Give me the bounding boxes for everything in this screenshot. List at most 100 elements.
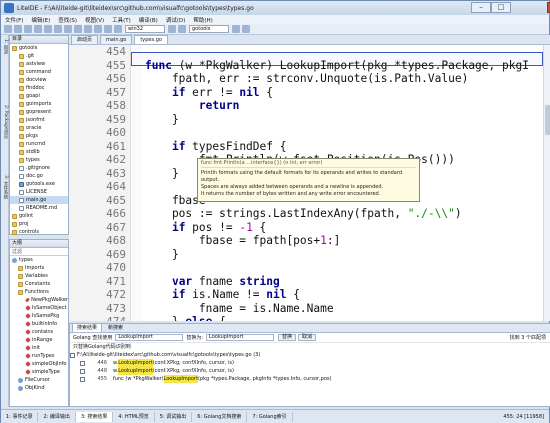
menu-item[interactable]: 帮助(H) — [189, 16, 216, 24]
tree-item[interactable]: init — [10, 344, 68, 352]
status-tab[interactable]: 5: 调试输出 — [155, 411, 193, 422]
debug-icon[interactable] — [242, 25, 250, 33]
redo-icon[interactable] — [54, 25, 62, 33]
status-tab[interactable]: 2: 编译输出 — [38, 411, 76, 422]
tree-item[interactable]: goimports — [10, 100, 68, 108]
sidebar-tab[interactable]: 2: Package浏览 — [2, 105, 8, 138]
tree-item[interactable]: README.md — [10, 204, 68, 212]
cut-icon[interactable] — [64, 25, 72, 33]
tree-item[interactable]: pkgs — [10, 132, 68, 140]
forward-icon[interactable] — [114, 25, 122, 33]
tree-item[interactable]: gotools.exe — [10, 180, 68, 188]
undo-icon[interactable] — [44, 25, 52, 33]
tree-item[interactable]: gotools — [10, 44, 68, 52]
config-icon[interactable] — [168, 25, 176, 33]
sidebar-tab[interactable]: 1: 目录 — [2, 39, 8, 54]
tree-item[interactable]: jsonfmt — [10, 116, 68, 124]
tree-item[interactable]: types — [10, 256, 68, 264]
search-input[interactable]: LookupImport — [115, 334, 184, 341]
tree-item[interactable]: Imports — [10, 264, 68, 272]
cancel-button[interactable]: 取消 — [298, 334, 317, 341]
editor-scrollbar[interactable] — [543, 45, 550, 321]
tree-item[interactable]: command — [10, 68, 68, 76]
tree-item[interactable]: IsSamePkg — [10, 312, 68, 320]
editor-tab[interactable]: 启动页 — [71, 35, 99, 44]
tab-search-results[interactable]: 搜索结果 — [72, 323, 103, 332]
result-file-row[interactable]: F:\Ai\liteide-git\liteidex\src\github.co… — [70, 351, 550, 359]
paste-icon[interactable] — [84, 25, 92, 33]
result-row[interactable]: 455 func (w *PkgWalker) LookupImport (pkg … — [70, 375, 550, 383]
tree-item[interactable]: main.go — [10, 196, 68, 204]
tree-item[interactable]: doc.go — [10, 172, 68, 180]
tree-item[interactable]: .gitignore — [10, 164, 68, 172]
save-icon[interactable] — [24, 25, 32, 33]
status-tab[interactable]: 7: Golang索引 — [247, 411, 293, 422]
tree-item[interactable]: finddoc — [10, 84, 68, 92]
result-checkbox[interactable] — [80, 360, 85, 366]
tree-item[interactable]: golint — [10, 212, 68, 220]
result-row[interactable]: 446 w. LookupImport (conf.XPkg, confXInfo, … — [70, 359, 550, 367]
menu-item[interactable]: 编译(B) — [135, 16, 162, 24]
menu-item[interactable]: 视图(V) — [81, 16, 108, 24]
tree-item[interactable]: runTypes — [10, 352, 68, 360]
tree-item[interactable]: proj — [10, 220, 68, 228]
tree-item[interactable]: runcmd — [10, 140, 68, 148]
tree-item[interactable]: FileCursor — [10, 376, 68, 384]
build-target-select[interactable]: gotools — [189, 25, 229, 33]
outline-filter-input[interactable]: 过滤 — [10, 248, 68, 256]
tab-new-search[interactable]: 新搜索 — [104, 324, 127, 332]
tree-item[interactable]: inRange — [10, 336, 68, 344]
tree-item[interactable]: contains — [10, 328, 68, 336]
menu-item[interactable]: 编辑(E) — [27, 16, 54, 24]
menu-item[interactable]: 工具(T) — [108, 16, 135, 24]
result-checkbox[interactable] — [80, 376, 85, 382]
status-tab[interactable]: 3: 搜索结果 — [75, 411, 114, 422]
tree-item[interactable]: docview — [10, 76, 68, 84]
search-options[interactable]: 只替换Golang代码识别到 — [70, 343, 550, 351]
env-select[interactable]: win32 — [125, 25, 165, 33]
result-row[interactable]: 448 w. LookupImport (conf.XPkg, confXInfo, … — [70, 367, 550, 375]
result-checkbox[interactable] — [80, 368, 85, 374]
tree-item[interactable]: types — [10, 156, 68, 164]
status-tab[interactable]: 6: Golang文档搜索 — [192, 411, 248, 422]
tree-item[interactable]: simpleObjInfo — [10, 360, 68, 368]
new-file-icon[interactable] — [4, 25, 12, 33]
file-checkbox[interactable] — [70, 352, 75, 358]
tree-item[interactable]: astview — [10, 60, 68, 68]
status-tab[interactable]: 4: HTML预览 — [113, 411, 155, 422]
sidebar-tab[interactable]: 3: 文件系统 — [2, 175, 8, 199]
tree-item[interactable]: Functions — [10, 288, 68, 296]
replace-button[interactable]: 替换 — [278, 334, 297, 341]
minimize-button[interactable]: – — [471, 2, 491, 13]
copy-icon[interactable] — [74, 25, 82, 33]
maximize-button[interactable]: □ — [491, 2, 511, 13]
tree-item[interactable]: .git — [10, 52, 68, 60]
tree-item[interactable]: controls — [10, 228, 68, 236]
tree-item[interactable]: goapi — [10, 92, 68, 100]
editor-tab[interactable]: types.go — [134, 35, 168, 44]
tree-item[interactable]: simpleType — [10, 368, 68, 376]
replace-input[interactable]: LookupImport — [206, 334, 275, 341]
scrollbar-thumb[interactable] — [545, 105, 550, 135]
back-icon[interactable] — [104, 25, 112, 33]
find-icon[interactable] — [94, 25, 102, 33]
menu-item[interactable]: 查找(S) — [54, 16, 81, 24]
status-tab[interactable]: 1: 事件记录 — [1, 411, 39, 422]
tree-item[interactable]: IsSameObject — [10, 304, 68, 312]
tree-item[interactable]: stdlib — [10, 148, 68, 156]
run-icon[interactable] — [232, 25, 240, 33]
tree-item[interactable]: LICENSE — [10, 188, 68, 196]
menu-item[interactable]: 调试(D) — [162, 16, 190, 24]
tree-item[interactable]: ObjKind — [10, 384, 68, 392]
build-icon[interactable] — [178, 25, 186, 33]
tree-item[interactable]: oracle — [10, 124, 68, 132]
tree-item[interactable]: Constants — [10, 280, 68, 288]
menu-item[interactable]: 文件(F) — [1, 16, 27, 24]
fold-margin[interactable] — [132, 45, 142, 321]
tree-item[interactable]: Variables — [10, 272, 68, 280]
open-file-icon[interactable] — [14, 25, 22, 33]
tree-item[interactable]: gopresent — [10, 108, 68, 116]
editor-tab[interactable]: main.go — [100, 35, 133, 44]
tree-item[interactable]: builtinInfo — [10, 320, 68, 328]
tree-item[interactable]: NewPkgWalker — [10, 296, 68, 304]
